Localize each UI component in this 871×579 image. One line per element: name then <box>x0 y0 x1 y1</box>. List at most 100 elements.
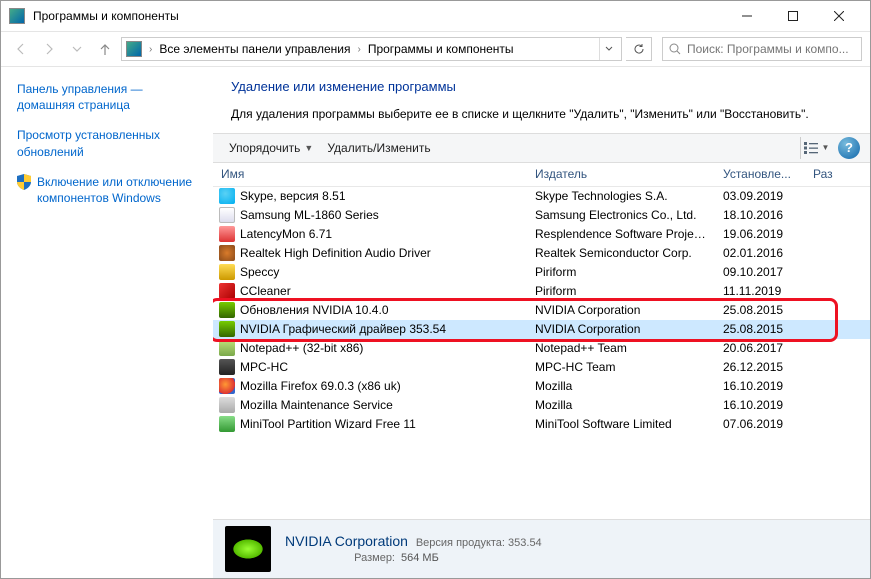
program-publisher: Skype Technologies S.A. <box>529 189 717 203</box>
table-row[interactable]: Mozilla Maintenance Service Mozilla16.10.… <box>213 396 870 415</box>
program-name: Speccy <box>240 265 279 279</box>
program-name: CCleaner <box>240 284 291 298</box>
program-publisher: Piriform <box>529 265 717 279</box>
program-icon <box>219 207 235 223</box>
toolbar: Упорядочить▼ Удалить/Изменить ▼ ? <box>213 133 870 163</box>
address-icon <box>126 41 142 57</box>
program-date: 26.12.2015 <box>717 360 807 374</box>
sidebar-item-updates[interactable]: Просмотр установленных обновлений <box>17 127 203 159</box>
program-icon <box>219 416 235 432</box>
address-dropdown[interactable] <box>599 38 617 60</box>
up-button[interactable] <box>93 37 117 61</box>
details-pane: NVIDIA Corporation Версия продукта: 353.… <box>213 520 870 578</box>
table-row[interactable]: CCleaner Piriform11.11.2019 <box>213 282 870 301</box>
navbar: › Все элементы панели управления › Прогр… <box>1 31 870 67</box>
nvidia-icon <box>225 526 271 572</box>
column-size[interactable]: Раз <box>807 167 853 181</box>
program-icon <box>219 340 235 356</box>
program-icon <box>219 264 235 280</box>
program-publisher: NVIDIA Corporation <box>529 303 717 317</box>
forward-button[interactable] <box>37 37 61 61</box>
table-row[interactable]: Speccy Piriform09.10.2017 <box>213 263 870 282</box>
table-row[interactable]: Samsung ML-1860 SeriesSamsung Electronic… <box>213 206 870 225</box>
program-name: LatencyMon 6.71 <box>240 227 332 241</box>
sidebar: Панель управления — домашняя страница Пр… <box>1 67 213 578</box>
breadcrumb-item[interactable]: Программы и компоненты <box>368 42 514 56</box>
maximize-button[interactable] <box>770 1 816 31</box>
close-button[interactable] <box>816 1 862 31</box>
page-heading: Удаление или изменение программы <box>231 79 852 94</box>
page-subtext: Для удаления программы выберите ее в спи… <box>231 106 852 123</box>
program-name: Skype, версия 8.51 <box>240 189 346 203</box>
sidebar-item-label: Панель управления — домашняя страница <box>17 81 203 113</box>
uninstall-change-button[interactable]: Удалить/Изменить <box>321 138 436 158</box>
program-date: 09.10.2017 <box>717 265 807 279</box>
program-name: Mozilla Maintenance Service <box>240 398 393 412</box>
program-icon <box>219 397 235 413</box>
details-title: NVIDIA Corporation Версия продукта: 353.… <box>285 533 542 549</box>
program-publisher: Realtek Semiconductor Corp. <box>529 246 717 260</box>
program-date: 16.10.2019 <box>717 398 807 412</box>
program-date: 25.08.2015 <box>717 322 807 336</box>
main-panel: Удаление или изменение программы Для уда… <box>213 67 870 578</box>
back-button[interactable] <box>9 37 33 61</box>
search-box[interactable] <box>662 37 862 61</box>
program-date: 18.10.2016 <box>717 208 807 222</box>
program-publisher: Piriform <box>529 284 717 298</box>
program-icon <box>219 359 235 375</box>
app-icon <box>9 8 25 24</box>
address-bar[interactable]: › Все элементы панели управления › Прогр… <box>121 37 622 61</box>
program-icon <box>219 378 235 394</box>
program-date: 03.09.2019 <box>717 189 807 203</box>
column-name[interactable]: Имя <box>213 167 529 181</box>
action-label: Удалить/Изменить <box>327 141 430 155</box>
table-row[interactable]: Обновления NVIDIA 10.4.0 NVIDIA Corporati… <box>213 301 870 320</box>
minimize-button[interactable] <box>724 1 770 31</box>
shield-icon <box>17 174 31 190</box>
column-publisher[interactable]: Издатель <box>529 167 717 181</box>
program-name: MiniTool Partition Wizard Free 11 <box>240 417 416 431</box>
table-row[interactable]: MiniTool Partition Wizard Free 11 MiniToo… <box>213 415 870 434</box>
program-publisher: Mozilla <box>529 398 717 412</box>
program-name: Mozilla Firefox 69.0.3 (x86 uk) <box>240 379 401 393</box>
table-row[interactable]: Skype, версия 8.51 Skype Technologies S.A… <box>213 187 870 206</box>
recent-dropdown[interactable] <box>65 37 89 61</box>
table-row[interactable]: NVIDIA Графический драйвер 353.54 NVIDIA … <box>213 320 870 339</box>
search-input[interactable] <box>687 42 855 56</box>
program-name: NVIDIA Графический драйвер 353.54 <box>240 322 446 336</box>
program-name: Обновления NVIDIA 10.4.0 <box>240 303 389 317</box>
program-icon <box>219 283 235 299</box>
table-row[interactable]: MPC-HC MPC-HC Team26.12.2015 <box>213 358 870 377</box>
program-date: 07.06.2019 <box>717 417 807 431</box>
sidebar-item-label: Включение или отключение компонентов Win… <box>37 174 203 206</box>
program-publisher: NVIDIA Corporation <box>529 322 717 336</box>
program-icon <box>219 302 235 318</box>
refresh-button[interactable] <box>626 37 652 61</box>
column-installed[interactable]: Установле... <box>717 167 807 181</box>
program-publisher: MPC-HC Team <box>529 360 717 374</box>
view-icon <box>804 142 820 154</box>
program-publisher: MiniTool Software Limited <box>529 417 717 431</box>
view-options-button[interactable]: ▼ <box>800 137 832 159</box>
sidebar-item-winfeatures[interactable]: Включение или отключение компонентов Win… <box>17 174 203 206</box>
organize-button[interactable]: Упорядочить▼ <box>223 138 319 158</box>
program-date: 11.11.2019 <box>717 284 807 298</box>
program-table: Имя Издатель Установле... Раз Skype, вер… <box>213 163 870 578</box>
program-name: Samsung ML-1860 Series <box>240 208 379 222</box>
search-icon <box>669 43 681 55</box>
table-row[interactable]: Mozilla Firefox 69.0.3 (x86 uk)Mozilla16… <box>213 377 870 396</box>
details-size: Размер:564 МБ <box>285 551 542 566</box>
program-icon <box>219 245 235 261</box>
program-name: MPC-HC <box>240 360 288 374</box>
program-date: 25.08.2015 <box>717 303 807 317</box>
sidebar-item-label: Просмотр установленных обновлений <box>17 127 203 159</box>
program-date: 20.06.2017 <box>717 341 807 355</box>
program-name: Realtek High Definition Audio Driver <box>240 246 431 260</box>
window-title: Программы и компоненты <box>33 9 724 23</box>
table-row[interactable]: Realtek High Definition Audio Driver Real… <box>213 244 870 263</box>
help-button[interactable]: ? <box>838 137 860 159</box>
table-row[interactable]: Notepad++ (32-bit x86)Notepad++ Team20.0… <box>213 339 870 358</box>
table-row[interactable]: LatencyMon 6.71Resplendence Software Pro… <box>213 225 870 244</box>
sidebar-item-home[interactable]: Панель управления — домашняя страница <box>17 81 203 113</box>
breadcrumb-item[interactable]: Все элементы панели управления <box>159 42 350 56</box>
